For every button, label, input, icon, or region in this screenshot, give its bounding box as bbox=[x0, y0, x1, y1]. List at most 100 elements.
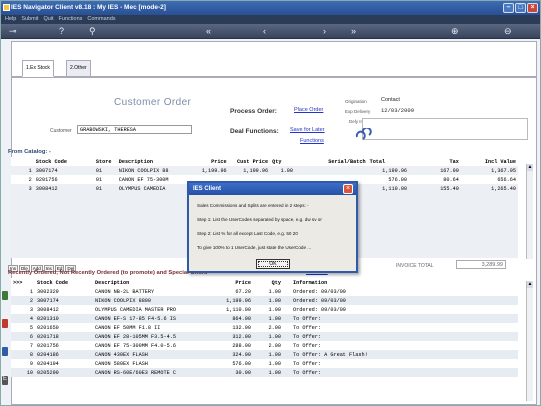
cell-code[interactable]: 3007174 bbox=[35, 296, 93, 305]
cell-code[interactable]: 0205290 bbox=[35, 368, 93, 377]
fast-back-icon[interactable]: « bbox=[206, 26, 211, 36]
table-row[interactable]: 3 3008412 OLYMPUS CAMEDIA MASTER PRO 1,110.… bbox=[11, 305, 518, 314]
cell-code[interactable]: 0201718 bbox=[35, 332, 93, 341]
cell-stock-code[interactable]: 3007174 bbox=[34, 166, 94, 175]
cell-qty[interactable]: 1.00 bbox=[253, 314, 283, 323]
cell-price[interactable]: 67.20 bbox=[211, 287, 253, 296]
cell-desc[interactable]: CANON EF-S 17-85 F4-5.6 IS bbox=[93, 314, 211, 323]
cell-code[interactable]: 3002329 bbox=[35, 287, 93, 296]
close-button[interactable]: × bbox=[527, 3, 538, 13]
scroll-up-icon[interactable]: ▲ bbox=[527, 164, 533, 171]
table-row[interactable]: 5 0201650 CANON EF 50MM F1.8 II 132.00 2.00 T… bbox=[11, 323, 518, 332]
cell-description[interactable]: CANON EF 75-300M bbox=[117, 175, 192, 184]
cell-desc[interactable]: CANON EF 28-105MM F3.5-4.5 bbox=[93, 332, 211, 341]
refresh-icon[interactable] bbox=[354, 128, 372, 142]
cell-n[interactable]: 1 bbox=[11, 287, 35, 296]
cell-code[interactable]: 0201310 bbox=[35, 314, 93, 323]
cell-n[interactable]: 4 bbox=[11, 314, 35, 323]
table-row[interactable]: 9 0204194 CANON 580EX FLASH 576.00 1.00 To Of… bbox=[11, 359, 518, 368]
cell-desc[interactable]: CANON NB-2L BATTERY bbox=[93, 287, 211, 296]
menu-functions[interactable]: Functions bbox=[59, 16, 83, 24]
dialog-close-button[interactable]: × bbox=[343, 184, 353, 194]
table-row[interactable]: 1 3007174 01 NIKON COOLPIX 88 1,199.96 1… bbox=[11, 166, 518, 175]
catalog-scrollbar[interactable]: ▲ bbox=[526, 164, 533, 259]
add-icon[interactable]: ⊕ bbox=[451, 26, 459, 36]
cell-qty[interactable]: 1.00 bbox=[253, 332, 283, 341]
cell-qty[interactable]: 1.00 bbox=[253, 287, 283, 296]
table-row[interactable]: 4 0201310 CANON EF-S 17-85 F4-5.6 IS 864.00… bbox=[11, 314, 518, 323]
cell-price[interactable]: 576.00 bbox=[211, 359, 253, 368]
recent-scrollbar[interactable]: ▲ bbox=[526, 281, 533, 401]
functions-link[interactable]: Functions bbox=[300, 138, 324, 144]
cell-n[interactable]: 7 bbox=[11, 341, 35, 350]
cell-info[interactable]: To Offer: bbox=[283, 341, 518, 350]
cell-n[interactable]: 6 bbox=[11, 332, 35, 341]
cell-serial[interactable] bbox=[295, 166, 368, 175]
cell-code[interactable]: 0201650 bbox=[35, 323, 93, 332]
cell-info[interactable]: To Offer: A Great Flash! bbox=[283, 350, 518, 359]
cell-info[interactable]: To Offer: bbox=[283, 314, 518, 323]
table-row[interactable]: 1 3002329 CANON NB-2L BATTERY 67.20 1.00 Orde… bbox=[11, 287, 518, 296]
forward-icon[interactable]: › bbox=[323, 26, 326, 36]
cell-info[interactable]: To Offer: bbox=[283, 359, 518, 368]
cell-code[interactable]: 0201756 bbox=[35, 341, 93, 350]
cell-description[interactable]: OLYMPUS CAMEDIA bbox=[117, 184, 192, 193]
menu-submit[interactable]: Submit bbox=[21, 16, 38, 24]
cell-info[interactable]: Ordered: 09/03/09 bbox=[283, 296, 518, 305]
cell-qty[interactable]: 2.00 bbox=[253, 323, 283, 332]
cell-price[interactable]: 312.00 bbox=[211, 332, 253, 341]
cell-store[interactable]: 01 bbox=[94, 184, 117, 193]
cell-info[interactable]: To Offer: bbox=[283, 323, 518, 332]
side-green-icon[interactable] bbox=[2, 291, 8, 300]
table-row[interactable]: 6 0201718 CANON EF 28-105MM F3.5-4.5 312.00… bbox=[11, 332, 518, 341]
exp-delivery-value[interactable]: 12/03/2009 bbox=[381, 107, 414, 114]
place-order-link[interactable]: Place Order bbox=[294, 107, 323, 113]
cell-code[interactable]: 0204194 bbox=[35, 359, 93, 368]
cell-code[interactable]: 0204186 bbox=[35, 350, 93, 359]
cell-qty[interactable]: 1.00 bbox=[253, 296, 283, 305]
menu-commands[interactable]: Commands bbox=[87, 16, 115, 24]
cell-n[interactable]: 3 bbox=[11, 305, 35, 314]
side-e-icon[interactable]: E bbox=[2, 376, 8, 385]
cell-desc[interactable]: CANON EF 75-300MM F4.0-5.6 bbox=[93, 341, 211, 350]
cell-stock-code[interactable]: 0201756 bbox=[34, 175, 94, 184]
help-icon[interactable]: ? bbox=[59, 26, 64, 36]
cell-n[interactable]: 8 bbox=[11, 350, 35, 359]
remove-icon[interactable]: ⊖ bbox=[504, 26, 512, 36]
cell-price[interactable]: 324.00 bbox=[211, 350, 253, 359]
cell-desc[interactable]: NIKON COOLPIX 8800 bbox=[93, 296, 211, 305]
back-icon[interactable]: ‹ bbox=[263, 26, 266, 36]
cell-code[interactable]: 3008412 bbox=[35, 305, 93, 314]
cell-n[interactable]: 10 bbox=[11, 368, 35, 377]
cell-desc[interactable]: CANON 580EX FLASH bbox=[93, 359, 211, 368]
cell-price[interactable]: 30.00 bbox=[211, 368, 253, 377]
table-row[interactable]: 2 3007174 NIKON COOLPIX 8800 1,199.96 1.00 Or… bbox=[11, 296, 518, 305]
side-red-icon[interactable] bbox=[2, 319, 8, 328]
cell-price[interactable]: 288.00 bbox=[211, 341, 253, 350]
cell-qty[interactable]: 1.00 bbox=[253, 305, 283, 314]
cell-cust-price[interactable]: 1,199.96 bbox=[229, 166, 270, 175]
table-row[interactable]: 10 0205290 CANON RS-60E/60E3 REMOTE C 30.00… bbox=[11, 368, 518, 377]
cell-price[interactable]: 1,199.96 bbox=[211, 296, 253, 305]
customer-field[interactable]: GRABOWSKI, THERESA bbox=[77, 125, 192, 134]
cell-desc[interactable]: OLYMPUS CAMEDIA MASTER PRO bbox=[93, 305, 211, 314]
cell-n[interactable]: 2 bbox=[11, 296, 35, 305]
tab-other[interactable]: 2.Other bbox=[66, 60, 91, 77]
minimize-button[interactable]: – bbox=[503, 3, 514, 13]
cell-n[interactable]: 9 bbox=[11, 359, 35, 368]
cell-qty[interactable]: 1.00 bbox=[253, 350, 283, 359]
cell-price[interactable]: 864.00 bbox=[211, 314, 253, 323]
cell-store[interactable]: 01 bbox=[94, 166, 117, 175]
cell-price[interactable]: 132.00 bbox=[211, 323, 253, 332]
key-icon[interactable]: ⊸ bbox=[9, 26, 17, 36]
tab-ex-stock[interactable]: 1.Ex Stock bbox=[22, 60, 54, 77]
cell-price[interactable]: 1,110.00 bbox=[211, 305, 253, 314]
cell-info[interactable]: Ordered: 09/03/09 bbox=[283, 305, 518, 314]
cell-desc[interactable]: CANON EF 50MM F1.8 II bbox=[93, 323, 211, 332]
cell-store[interactable]: 01 bbox=[94, 175, 117, 184]
fast-forward-icon[interactable]: » bbox=[351, 26, 356, 36]
menu-quit[interactable]: Quit bbox=[43, 16, 53, 24]
cell-info[interactable]: To Offer: bbox=[283, 332, 518, 341]
cell-info[interactable]: Ordered: 09/03/09 bbox=[283, 287, 518, 296]
cell-n[interactable]: 5 bbox=[11, 323, 35, 332]
